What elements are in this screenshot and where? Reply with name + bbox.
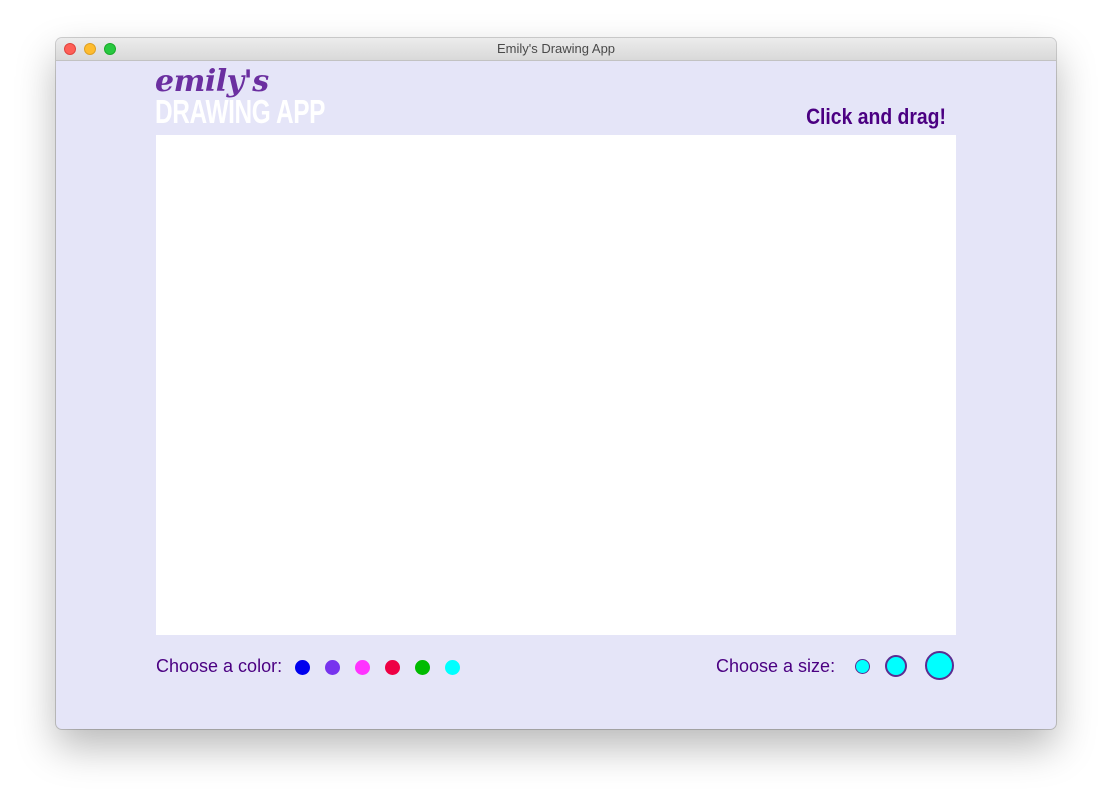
brush-size-medium[interactable]: [885, 655, 907, 677]
instruction-hint: Click and drag!: [806, 104, 946, 129]
color-swatch-purple[interactable]: [325, 660, 340, 675]
logo-block-text: DRAWING APP: [155, 93, 326, 130]
brush-size-small[interactable]: [855, 659, 870, 674]
color-swatch-blue[interactable]: [295, 660, 310, 675]
brush-size-large[interactable]: [925, 651, 954, 680]
title-bar: Emily's Drawing App: [56, 38, 1056, 61]
color-swatch-cyan[interactable]: [445, 660, 460, 675]
color-swatch-red[interactable]: [385, 660, 400, 675]
window-title: Emily's Drawing App: [496, 41, 616, 56]
color-label: Choose a color:: [156, 656, 283, 676]
color-swatch-pink[interactable]: [355, 660, 370, 675]
app-window: Emily's Drawing App emily's DRAWING APP …: [56, 38, 1056, 729]
size-label: Choose a size:: [716, 656, 836, 676]
color-swatch-green[interactable]: [415, 660, 430, 675]
drawing-canvas[interactable]: [156, 135, 956, 635]
